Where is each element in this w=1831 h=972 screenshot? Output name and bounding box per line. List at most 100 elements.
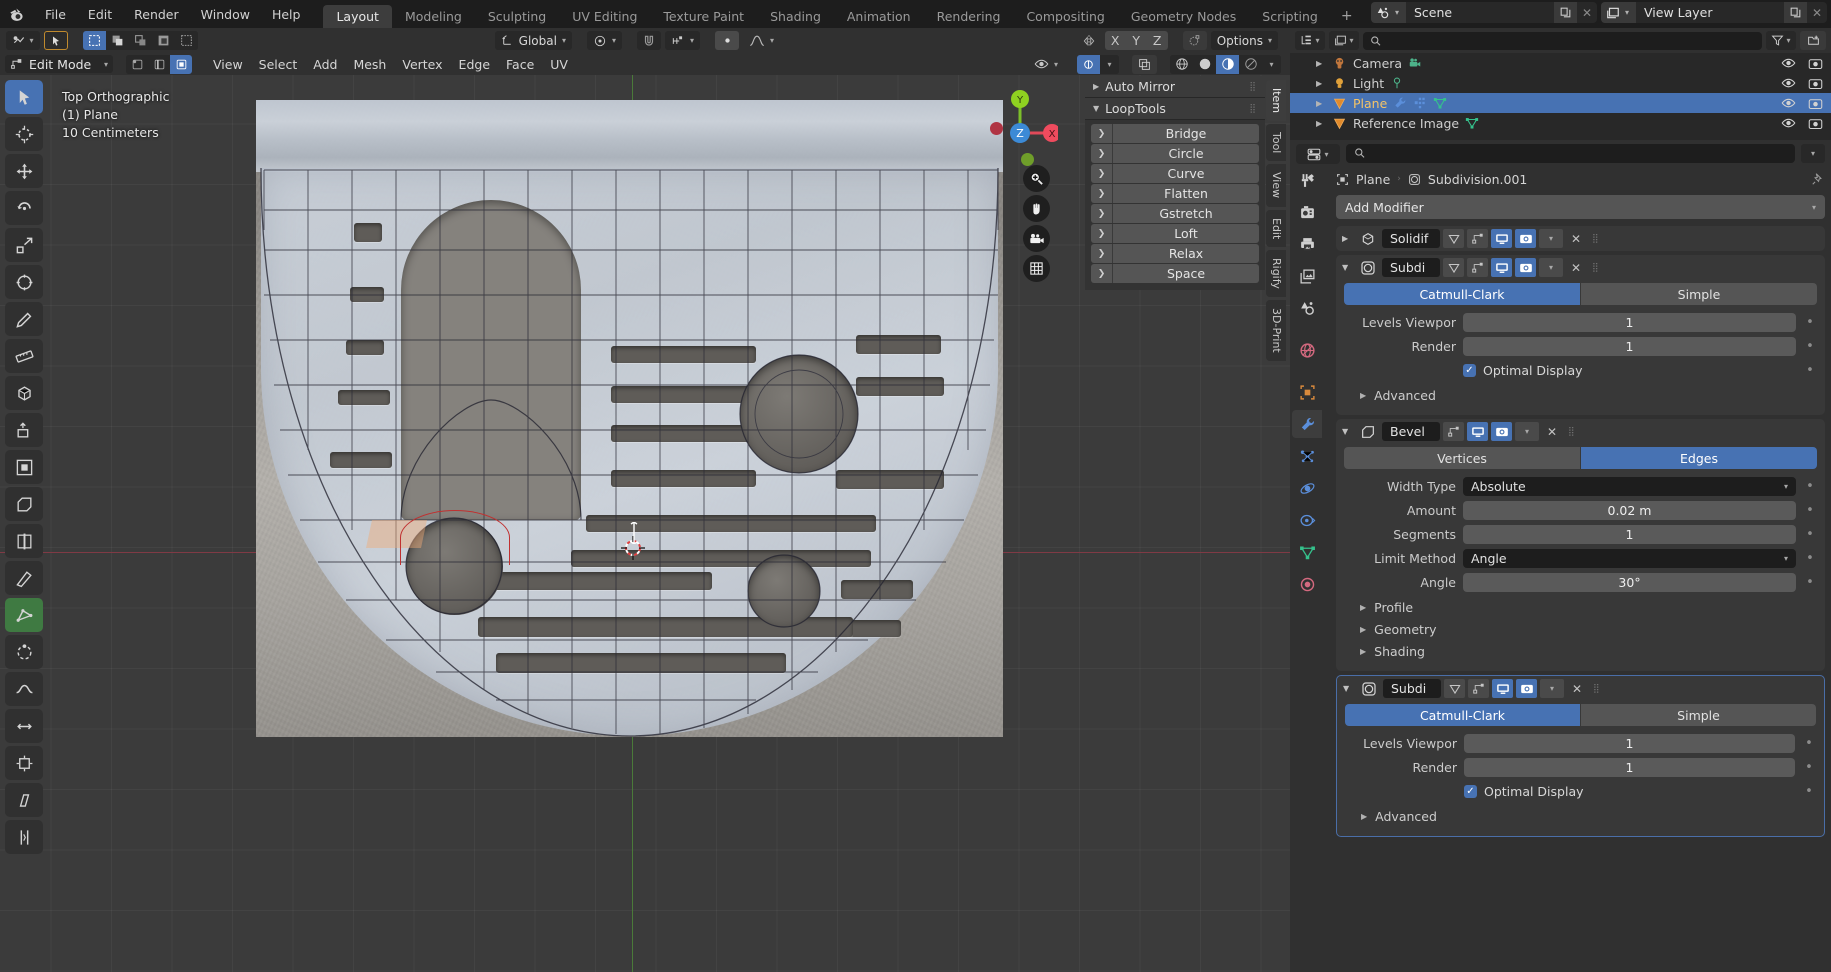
modifier-name-field[interactable]: Subdi bbox=[1383, 679, 1441, 698]
expander-geometry[interactable]: ▶ Geometry bbox=[1344, 618, 1817, 640]
checkbox-row-optimal-display[interactable]: ✓ Optimal Display • bbox=[1344, 360, 1817, 381]
drag-grip-icon[interactable]: ⣿ bbox=[1565, 427, 1576, 437]
animate-property-dot-icon[interactable]: • bbox=[1803, 552, 1817, 565]
outliner-row-camera[interactable]: ▶ Camera bbox=[1290, 53, 1831, 73]
animate-property-dot-icon[interactable]: • bbox=[1803, 316, 1817, 329]
looptools-row-curve[interactable]: ❯ Curve bbox=[1091, 164, 1259, 183]
menu-file[interactable]: File bbox=[34, 4, 77, 25]
panel-header-looptools[interactable]: ▼ LoopTools ⣿ bbox=[1085, 98, 1265, 120]
n-panel-tab-edit[interactable]: Edit bbox=[1266, 209, 1286, 247]
workspace-tab-uv-editing[interactable]: UV Editing bbox=[559, 5, 650, 28]
mirror-z-button[interactable]: Z bbox=[1146, 31, 1168, 50]
properties-tab-output[interactable] bbox=[1292, 230, 1322, 258]
breadcrumb-modifier-name[interactable]: Subdivision.001 bbox=[1428, 172, 1527, 187]
edit-mode-toggle[interactable] bbox=[1443, 422, 1464, 441]
toggle-ortho-grid-icon[interactable] bbox=[1023, 255, 1050, 282]
loop-cut-tool[interactable] bbox=[5, 524, 43, 558]
snap-magnet-icon[interactable] bbox=[636, 31, 661, 50]
shear-tool[interactable] bbox=[5, 783, 43, 817]
properties-tab-physics[interactable] bbox=[1292, 474, 1322, 502]
n-panel-tab-3d-print[interactable]: 3D-Print bbox=[1266, 299, 1286, 361]
select-subtract-icon[interactable] bbox=[129, 31, 152, 50]
field-value-segments[interactable]: 1 bbox=[1463, 525, 1796, 544]
segment-option-catmull-clark[interactable]: Catmull-Clark bbox=[1345, 704, 1580, 726]
edit-mode-toggle[interactable] bbox=[1468, 679, 1489, 698]
expander-advanced[interactable]: ▶ Advanced bbox=[1345, 805, 1816, 827]
outliner-row-reference-image[interactable]: ▶ Reference Image bbox=[1290, 113, 1831, 133]
field-value-render[interactable]: 1 bbox=[1463, 337, 1796, 356]
camera-render-icon[interactable] bbox=[1808, 77, 1823, 90]
view-layer-selector[interactable]: ▾ View Layer ✕ bbox=[1601, 2, 1827, 23]
modifier-remove-x-icon[interactable]: ✕ bbox=[1542, 425, 1562, 439]
panel-header-auto-mirror[interactable]: ▶ Auto Mirror ⣿ bbox=[1085, 76, 1265, 98]
edge-select-icon[interactable] bbox=[148, 54, 170, 74]
realtime-toggle[interactable] bbox=[1491, 229, 1512, 248]
inset-faces-tool[interactable] bbox=[5, 450, 43, 484]
vertex-select-icon[interactable] bbox=[126, 54, 148, 74]
camera-view-icon[interactable] bbox=[1023, 225, 1050, 252]
viewport-menu-vertex[interactable]: Vertex bbox=[394, 55, 450, 74]
realtime-toggle[interactable] bbox=[1492, 679, 1513, 698]
camera-render-icon[interactable] bbox=[1808, 97, 1823, 110]
modifier-extras-menu[interactable]: ▾ bbox=[1515, 422, 1539, 441]
view-layer-name[interactable]: View Layer bbox=[1636, 2, 1784, 23]
gizmo-negative-y-handle[interactable] bbox=[1021, 153, 1034, 166]
n-panel-tab-tool[interactable]: Tool bbox=[1266, 124, 1286, 162]
expand-chevron-right-icon[interactable]: ❯ bbox=[1091, 124, 1113, 143]
eye-icon[interactable] bbox=[1781, 117, 1796, 129]
looptools-label[interactable]: Relax bbox=[1113, 244, 1259, 263]
expand-chevron-right-icon[interactable]: ❯ bbox=[1091, 144, 1113, 163]
modifier-extras-menu[interactable]: ▾ bbox=[1540, 679, 1564, 698]
modifier-name-field[interactable]: Solidif bbox=[1382, 229, 1440, 248]
tweak-select-icon[interactable] bbox=[44, 31, 68, 50]
animate-property-dot-icon[interactable]: • bbox=[1802, 785, 1816, 798]
expand-triangle-icon[interactable]: ▶ bbox=[1316, 59, 1322, 68]
scene-name[interactable]: Scene bbox=[1406, 2, 1554, 23]
drag-grip-icon[interactable]: ⣿ bbox=[1589, 263, 1600, 273]
modifier-extras-menu[interactable]: ▾ bbox=[1539, 258, 1563, 277]
outliner-display-icon[interactable]: ▾ bbox=[1295, 31, 1325, 50]
bevel-tool[interactable] bbox=[5, 487, 43, 521]
blender-logo-icon[interactable] bbox=[0, 0, 34, 28]
looptools-row-flatten[interactable]: ❯ Flatten bbox=[1091, 184, 1259, 203]
collapse-triangle-icon[interactable]: ▼ bbox=[1343, 684, 1355, 693]
mesh-reference-area[interactable] bbox=[256, 100, 1003, 737]
new-scene-copy-icon[interactable] bbox=[1554, 2, 1577, 23]
smooth-tool[interactable] bbox=[5, 672, 43, 706]
modifier-extras-menu[interactable]: ▾ bbox=[1539, 229, 1563, 248]
modifier-header[interactable]: ▼ Bevel ▾ ✕ ⣿ bbox=[1336, 419, 1825, 444]
looptools-row-gstretch[interactable]: ❯ Gstretch bbox=[1091, 204, 1259, 223]
select-intersect-icon[interactable] bbox=[175, 31, 198, 50]
properties-tab-modifier[interactable] bbox=[1292, 410, 1322, 438]
modifier-wrench-icon[interactable] bbox=[1393, 96, 1407, 110]
spin-tool[interactable] bbox=[5, 635, 43, 669]
animate-property-dot-icon[interactable]: • bbox=[1803, 480, 1817, 493]
properties-options-chevron-down-icon[interactable]: ▾ bbox=[1801, 143, 1825, 163]
looptools-row-relax[interactable]: ❯ Relax bbox=[1091, 244, 1259, 263]
extrude-region-tool[interactable] bbox=[5, 413, 43, 447]
select-new-icon[interactable] bbox=[83, 31, 106, 50]
properties-tab-tool[interactable] bbox=[1292, 166, 1322, 194]
realtime-toggle[interactable] bbox=[1467, 422, 1488, 441]
mirror-icon[interactable] bbox=[1077, 31, 1101, 50]
render-toggle[interactable] bbox=[1515, 258, 1536, 277]
menu-render[interactable]: Render bbox=[123, 4, 190, 25]
unlink-scene-x-icon[interactable]: ✕ bbox=[1577, 2, 1597, 23]
pan-hand-icon[interactable] bbox=[1023, 195, 1050, 222]
properties-editor-icon[interactable]: ▾ bbox=[1296, 144, 1340, 164]
modifier-header[interactable]: ▶ Solidif ▾ ✕ ⣿ bbox=[1336, 226, 1825, 251]
collapse-triangle-icon[interactable]: ▼ bbox=[1342, 263, 1354, 272]
properties-tab-material[interactable] bbox=[1292, 570, 1322, 598]
render-toggle[interactable] bbox=[1516, 679, 1537, 698]
properties-tab-render[interactable] bbox=[1292, 198, 1322, 226]
expander-advanced[interactable]: ▶ Advanced bbox=[1344, 384, 1817, 406]
camera-data-icon[interactable] bbox=[1408, 56, 1422, 70]
pin-icon[interactable] bbox=[1811, 172, 1825, 186]
outliner-row-light[interactable]: ▶ Light bbox=[1290, 73, 1831, 93]
measure-tool[interactable] bbox=[5, 339, 43, 373]
shading-chevron-down-icon[interactable]: ▾ bbox=[1262, 54, 1281, 74]
animate-property-dot-icon[interactable]: • bbox=[1803, 504, 1817, 517]
looptools-label[interactable]: Gstretch bbox=[1113, 204, 1259, 223]
properties-tab-view-layer[interactable] bbox=[1292, 262, 1322, 290]
segment-option-simple[interactable]: Simple bbox=[1581, 704, 1816, 726]
